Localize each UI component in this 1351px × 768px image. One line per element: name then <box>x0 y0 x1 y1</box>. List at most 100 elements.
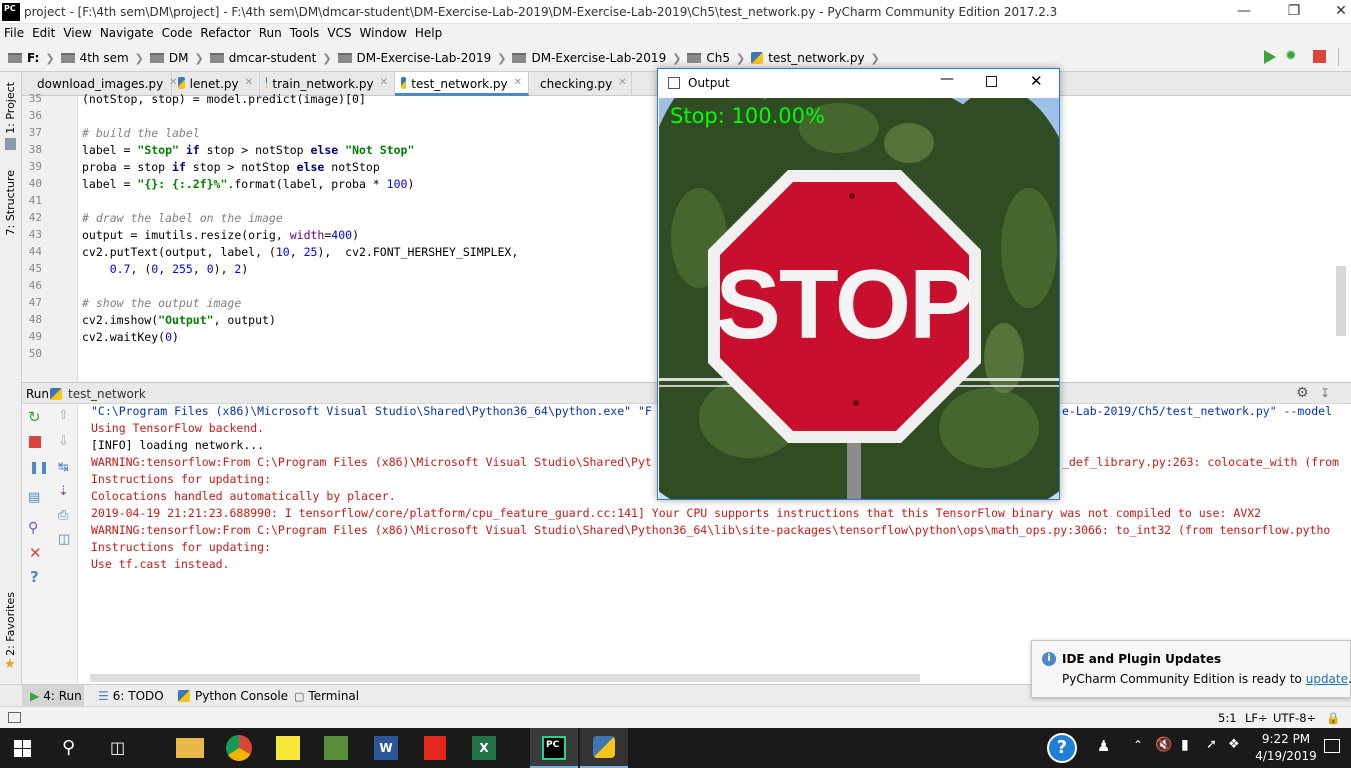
notepad-icon[interactable] <box>324 736 348 760</box>
close-tab-icon[interactable]: ✕ <box>245 77 253 88</box>
breadcrumb-dmcar-student[interactable]: dmcar-student <box>229 51 317 65</box>
rerun-icon[interactable]: ↻ <box>28 408 41 426</box>
menu-run[interactable]: Run <box>255 24 286 40</box>
close-button[interactable]: ✕ <box>1318 0 1351 24</box>
search-icon[interactable]: ⚲ <box>62 737 75 758</box>
debug-bug-icon[interactable]: ✹ <box>1285 49 1299 64</box>
menu-help[interactable]: Help <box>411 24 446 40</box>
trash-icon[interactable]: ◫ <box>58 532 70 547</box>
layout-icon[interactable]: ▤ <box>28 490 40 505</box>
cursor-position[interactable]: 5:1 <box>1218 711 1237 725</box>
dropbox-icon[interactable]: ❖ <box>1228 737 1240 752</box>
scroll-to-end-icon[interactable]: ⇣ <box>58 484 69 499</box>
file-encoding[interactable]: UTF-8÷ <box>1273 711 1316 725</box>
close-tab-icon[interactable]: ✕ <box>618 77 626 88</box>
output-window[interactable]: Output — ✕ STOP Stop: 100.00% <box>657 68 1060 500</box>
code-line-35: (notStop, stop) = model.predict(image)[0… <box>82 92 366 106</box>
close-icon[interactable]: ✕ <box>29 544 42 562</box>
soft-wrap-icon[interactable]: ↹ <box>58 460 69 475</box>
breadcrumb-lab-2[interactable]: DM-Exercise-Lab-2019 <box>531 51 666 65</box>
project-tool-tab[interactable]: 1: Project <box>4 82 17 134</box>
menu-navigate[interactable]: Navigate <box>96 24 158 40</box>
tab-python-console[interactable]: Python Console <box>178 689 288 703</box>
help-icon[interactable]: ? <box>30 568 39 586</box>
tab-terminal[interactable]: ▢ Terminal <box>294 689 359 703</box>
menu-refactor[interactable]: Refactor <box>196 24 254 40</box>
todo-icon: ☰ <box>98 689 109 703</box>
stop-icon[interactable] <box>29 436 41 448</box>
close-tab-icon[interactable]: ✕ <box>380 77 388 88</box>
task-view-icon[interactable]: ◫ <box>110 738 125 757</box>
people-icon[interactable]: ♟ <box>1097 737 1110 755</box>
file-explorer-icon[interactable] <box>176 738 204 758</box>
python-icon <box>593 736 615 758</box>
gear-icon[interactable]: ⚙ <box>1296 385 1309 401</box>
arrow-up-icon[interactable]: ⇧ <box>58 408 69 423</box>
close-tab-icon[interactable]: ✕ <box>514 77 522 88</box>
battery-icon[interactable]: ▮ <box>1181 737 1189 753</box>
tab-checking[interactable]: checking.py ✕ <box>529 72 632 96</box>
menu-edit[interactable]: Edit <box>28 24 59 40</box>
chrome-icon[interactable] <box>226 735 252 761</box>
menu-view[interactable]: View <box>59 24 95 40</box>
restore-button[interactable]: ❐ <box>1271 0 1317 24</box>
menu-window[interactable]: Window <box>356 24 411 40</box>
print-icon[interactable]: ⎙ <box>58 508 68 523</box>
favorites-tool-tab[interactable]: 2: Favorites <box>4 592 17 656</box>
line-number: 42 <box>28 211 42 224</box>
menu-tools[interactable]: Tools <box>286 24 324 40</box>
help-icon[interactable]: ? <box>1047 733 1077 763</box>
breadcrumb-file[interactable]: test_network.py <box>768 51 864 65</box>
acrobat-icon[interactable] <box>424 736 446 760</box>
tab-todo[interactable]: ☰ 6: TODO <box>98 689 164 703</box>
word-icon[interactable]: W <box>374 736 398 760</box>
python-taskbar-button[interactable] <box>580 728 628 768</box>
update-link[interactable]: update <box>1306 672 1348 686</box>
update-notification[interactable]: i IDE and Plugin Updates PyCharm Communi… <box>1031 640 1351 698</box>
notification-center-icon[interactable] <box>1324 739 1340 753</box>
excel-icon[interactable]: X <box>472 736 496 760</box>
breadcrumb-dm[interactable]: DM <box>169 51 189 65</box>
run-icon[interactable] <box>1264 50 1276 64</box>
breadcrumb-lab-1[interactable]: DM-Exercise-Lab-2019 <box>357 51 492 65</box>
tool-windows-icon[interactable] <box>8 712 21 723</box>
menu-file[interactable]: File <box>0 24 28 40</box>
breadcrumb-4th-sem[interactable]: 4th sem <box>80 51 129 65</box>
line-number: 45 <box>28 262 42 275</box>
windows-start-icon[interactable] <box>14 740 31 757</box>
folder-icon <box>149 53 164 63</box>
pause-icon[interactable]: ❚❚ <box>29 460 49 474</box>
folder-icon <box>209 53 224 63</box>
lock-icon[interactable]: 🔒 <box>1326 711 1340 725</box>
arrow-down-icon[interactable]: ⇩ <box>58 434 69 449</box>
pycharm-taskbar-button[interactable]: PC <box>530 728 578 768</box>
volume-muted-icon[interactable]: 🔇 <box>1155 737 1172 753</box>
close-button[interactable]: ✕ <box>1030 72 1043 90</box>
notification-text: PyCharm Community Edition is ready to <box>1062 672 1302 686</box>
tab-test-network[interactable]: test_network.py ✕ <box>395 72 529 96</box>
chevron-up-icon[interactable]: ⌃ <box>1133 738 1143 752</box>
minimize-button[interactable]: — <box>1221 0 1267 24</box>
editor-scrollbar[interactable] <box>1336 266 1346 336</box>
minimize-button[interactable]: — <box>940 71 954 87</box>
console-line: Colocations handled automatically by pla… <box>91 489 396 503</box>
clock-date[interactable]: 4/19/2019 <box>1254 749 1318 763</box>
line-separator[interactable]: LF÷ <box>1245 711 1268 725</box>
breadcrumb-drive[interactable]: F: <box>27 51 39 65</box>
tab-run[interactable]: ▶ 4: Run <box>30 689 82 703</box>
tab-label: lenet.py <box>189 77 239 91</box>
menu-vcs[interactable]: VCS <box>323 24 355 40</box>
stop-icon[interactable] <box>1313 50 1326 63</box>
maximize-button[interactable] <box>986 76 997 87</box>
wifi-icon[interactable]: ➚ <box>1206 737 1217 752</box>
pin-icon[interactable]: ⚲ <box>28 520 38 536</box>
hide-panel-icon[interactable]: ↧ <box>1320 386 1330 400</box>
python-file-icon <box>266 77 268 89</box>
breadcrumb-ch5[interactable]: Ch5 <box>706 51 730 65</box>
console-horizontal-scrollbar[interactable] <box>90 674 920 682</box>
sticky-notes-icon[interactable] <box>276 736 300 760</box>
line-number: 40 <box>28 177 42 190</box>
menu-code[interactable]: Code <box>158 24 197 40</box>
clock-time[interactable]: 9:22 PM <box>1258 732 1314 746</box>
structure-tool-tab[interactable]: 7: Structure <box>4 170 17 235</box>
